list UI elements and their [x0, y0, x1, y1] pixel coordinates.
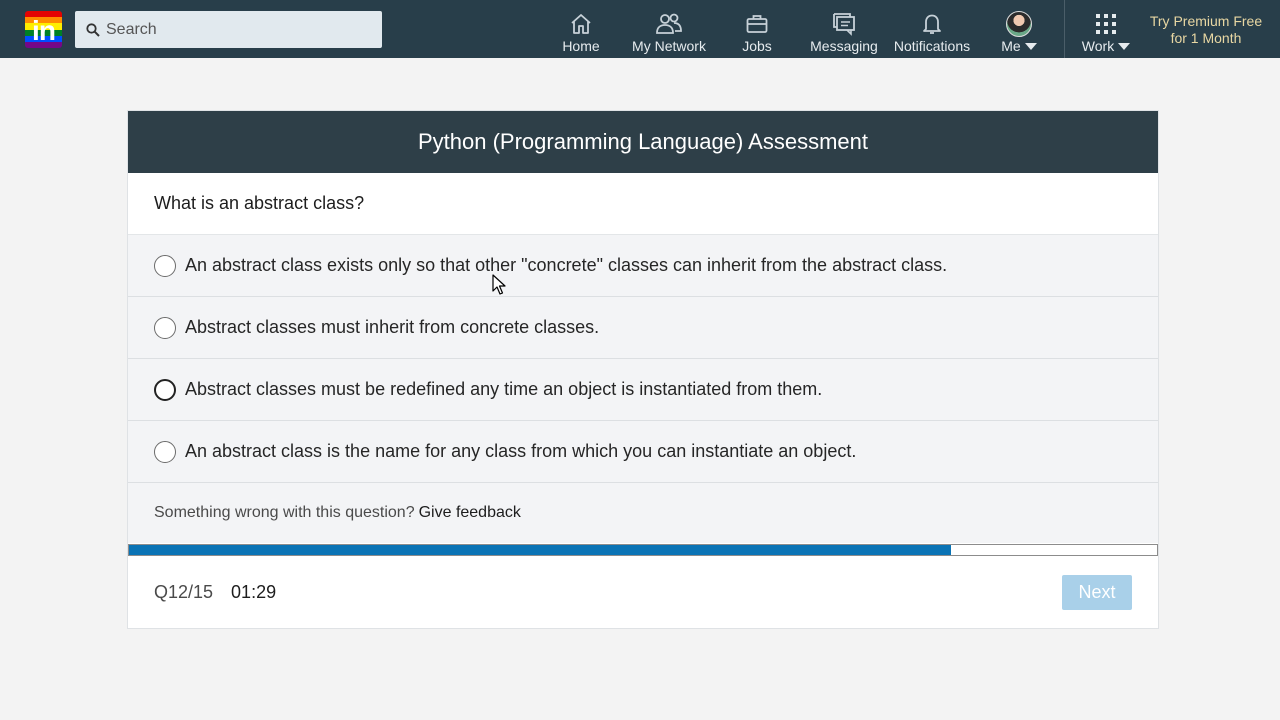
linkedin-logo[interactable]: in: [25, 11, 62, 48]
question-text: What is an abstract class?: [128, 173, 1158, 235]
nav-jobs[interactable]: Jobs: [732, 0, 782, 58]
nav-divider: [1064, 0, 1065, 58]
next-button[interactable]: Next: [1062, 575, 1132, 610]
radio-button[interactable]: [154, 378, 176, 401]
top-nav-bar: in Home My Network: [0, 0, 1280, 58]
feedback-row: Something wrong with this question? Give…: [128, 483, 1158, 543]
premium-line-1: Try Premium Free: [1149, 13, 1263, 29]
give-feedback-link[interactable]: Give feedback: [419, 504, 521, 522]
nav-home-label: Home: [562, 38, 600, 54]
nav-notifications[interactable]: Notifications: [888, 0, 976, 58]
feedback-prompt: Something wrong with this question?: [154, 504, 415, 521]
bell-icon: [923, 14, 941, 34]
nav-jobs-label: Jobs: [742, 38, 772, 54]
logo-text: in: [32, 15, 56, 46]
caret-down-icon: [1118, 42, 1131, 50]
answer-option-1[interactable]: An abstract class exists only so that ot…: [128, 235, 1158, 297]
answer-option-label: Abstract classes must be redefined any t…: [185, 379, 823, 399]
nav-me[interactable]: Me: [994, 0, 1044, 58]
assessment-card: Python (Programming Language) Assessment…: [127, 110, 1159, 629]
question-counter: Q12/15: [154, 582, 214, 602]
nav-my-network[interactable]: My Network: [626, 0, 712, 58]
nav-work-label: Work: [1081, 38, 1115, 54]
progress-bar: [128, 544, 1158, 556]
nav-messaging[interactable]: Messaging: [804, 0, 884, 58]
nav-my-network-label: My Network: [632, 38, 706, 54]
timer: 01:29: [231, 582, 277, 602]
avatar: [1006, 11, 1032, 37]
search-icon: [86, 22, 100, 37]
assessment-footer: Q12/15 01:29 Next: [128, 556, 1158, 629]
answer-option-label: Abstract classes must inherit from concr…: [185, 317, 600, 337]
answer-option-3[interactable]: Abstract classes must be redefined any t…: [128, 359, 1158, 421]
nav-work[interactable]: Work: [1076, 0, 1136, 58]
nav-home[interactable]: Home: [556, 0, 606, 58]
caret-down-icon: [1024, 42, 1037, 50]
answer-option-2[interactable]: Abstract classes must inherit from concr…: [128, 297, 1158, 359]
assessment-header: Python (Programming Language) Assessment: [128, 111, 1158, 173]
premium-line-2: for 1 Month: [1170, 30, 1242, 46]
progress-bar-fill: [129, 545, 952, 555]
chat-icon: [833, 13, 855, 36]
answer-option-label: An abstract class is the name for any cl…: [185, 441, 857, 461]
nav-notifications-label: Notifications: [893, 38, 971, 54]
assessment-title: Python (Programming Language) Assessment: [417, 129, 868, 154]
home-icon: [571, 14, 591, 34]
answer-options: An abstract class exists only so that ot…: [128, 235, 1158, 483]
mouse-cursor-icon: [492, 274, 506, 295]
nav-me-label: Me: [1001, 38, 1021, 54]
people-icon: [656, 13, 682, 34]
radio-button[interactable]: [154, 440, 176, 463]
answer-option-4[interactable]: An abstract class is the name for any cl…: [128, 421, 1158, 483]
try-premium-link[interactable]: Try Premium Free for 1 Month: [1140, 13, 1272, 47]
search-box[interactable]: [75, 11, 382, 48]
radio-button[interactable]: [154, 316, 176, 339]
briefcase-icon: [746, 15, 768, 33]
nav-messaging-label: Messaging: [810, 38, 878, 54]
radio-button[interactable]: [154, 254, 176, 277]
search-input[interactable]: [106, 20, 366, 39]
answer-option-label: An abstract class exists only so that ot…: [185, 255, 948, 275]
grid-icon: [1096, 14, 1116, 34]
